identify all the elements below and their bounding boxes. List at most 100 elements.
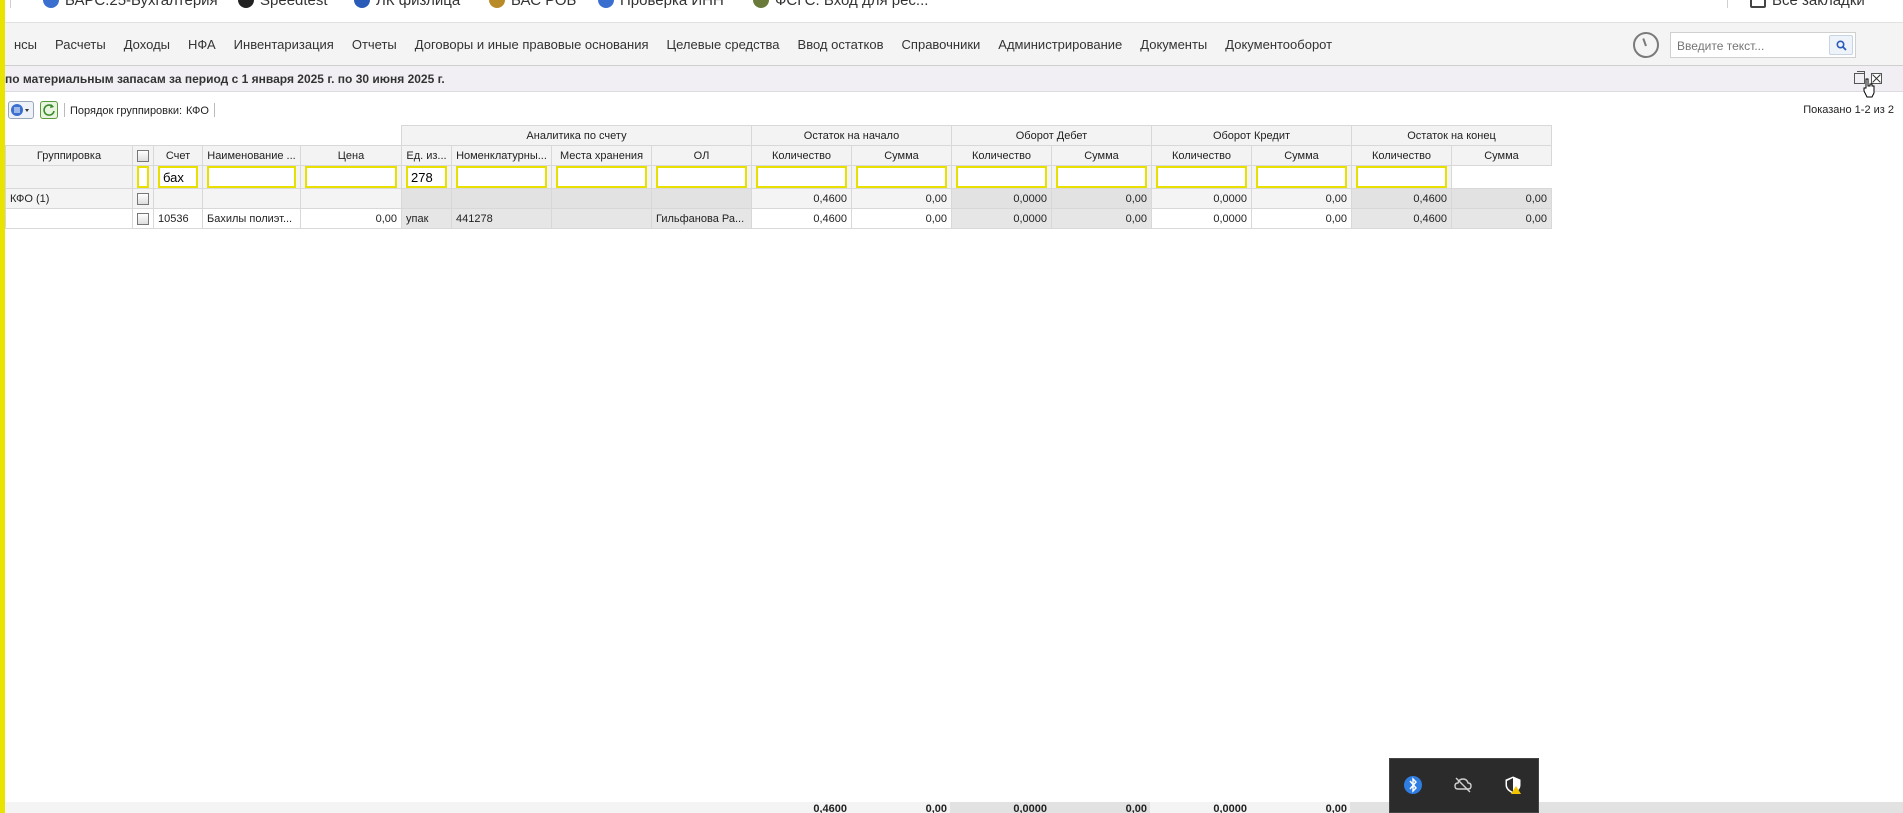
- row-debit-sum: 0,00: [1051, 208, 1152, 229]
- menu-item-4[interactable]: Инвентаризация: [225, 23, 343, 67]
- bookmark-inn-check[interactable]: Проверка ИНН: [598, 0, 724, 9]
- menu-item-7[interactable]: Целевые средства: [658, 23, 789, 67]
- search-button[interactable]: [1829, 35, 1853, 55]
- bookmark-fsgs[interactable]: ФСГС. Вход для рес...: [753, 0, 928, 9]
- menu-item-10[interactable]: Администрирование: [989, 23, 1131, 67]
- search-icon: [1836, 40, 1847, 51]
- filter-credit-sum-input[interactable]: [1156, 166, 1247, 188]
- col-open-sum[interactable]: Сумма: [851, 145, 952, 166]
- col-unit[interactable]: Ед. из...: [401, 145, 452, 166]
- search-input[interactable]: [1677, 37, 1827, 54]
- group-checkbox-cell: [132, 188, 154, 209]
- bookmark-speedtest[interactable]: Speedtest: [238, 0, 328, 9]
- cloud-offline-icon[interactable]: [1453, 775, 1473, 795]
- row-credit-sum: 0,00: [1251, 208, 1352, 229]
- total-credit-qty: 0,0000: [1213, 803, 1247, 813]
- menu-item-9[interactable]: Справочники: [893, 23, 990, 67]
- filter-account-input[interactable]: [137, 166, 149, 188]
- col-account[interactable]: Счет: [153, 145, 203, 166]
- filter-ol-input[interactable]: [556, 166, 647, 188]
- filter-nomenclature-input[interactable]: [406, 166, 447, 188]
- col-credit-qty[interactable]: Количество: [1151, 145, 1252, 166]
- col-credit-sum[interactable]: Сумма: [1251, 145, 1352, 166]
- group-open-qty: 0,4600: [751, 188, 852, 209]
- group-header-row: Аналитика по счету Остаток на начало Обо…: [5, 125, 1552, 146]
- row-debit-qty: 0,0000: [951, 208, 1052, 229]
- col-storage[interactable]: Места хранения: [551, 145, 652, 166]
- col-ol[interactable]: ОЛ: [651, 145, 752, 166]
- row-grouping-cell: [5, 208, 133, 229]
- filter-name-input[interactable]: [158, 166, 198, 188]
- menu-item-11[interactable]: Документы: [1131, 23, 1216, 67]
- clock-icon[interactable]: [1633, 32, 1659, 58]
- group-cell-storage: [551, 188, 652, 209]
- col-close-sum[interactable]: Сумма: [1451, 145, 1552, 166]
- system-tray-popup: [1389, 758, 1539, 813]
- col-debit-sum[interactable]: Сумма: [1051, 145, 1152, 166]
- filter-unit-input[interactable]: [305, 166, 397, 188]
- bookmarks-bar: БАРС.25-Бухгалтерия Speedtest ЛК физлица…: [5, 0, 1903, 22]
- header-opening-balance: Остаток на начало: [751, 125, 952, 146]
- group-row[interactable]: КФО (1) 0,4600 0,00 0,0000 0,00 0,0000 0…: [5, 188, 1552, 209]
- col-grouping[interactable]: Группировка: [5, 145, 133, 166]
- filter-credit-qty-input[interactable]: [1056, 166, 1147, 188]
- filter-cell: [1351, 165, 1452, 189]
- refresh-icon: [43, 104, 55, 116]
- row-close-qty: 0,4600: [1351, 208, 1452, 229]
- group-credit-sum: 0,00: [1251, 188, 1352, 209]
- menu-item-0[interactable]: нсы: [5, 23, 46, 67]
- bookmark-label: Проверка ИНН: [620, 0, 724, 9]
- filter-debit-sum-input[interactable]: [956, 166, 1047, 188]
- emblem-icon: [753, 0, 769, 8]
- bluetooth-icon[interactable]: [1403, 775, 1423, 795]
- all-bookmarks-button[interactable]: Все закладки: [1750, 0, 1865, 9]
- col-price[interactable]: Цена: [300, 145, 402, 166]
- group-label[interactable]: КФО (1): [5, 188, 133, 209]
- select-all-checkbox[interactable]: [137, 149, 149, 162]
- total-open-qty: 0,4600: [813, 803, 847, 813]
- row-name: Бахилы полиэт...: [202, 208, 301, 229]
- menu-item-5[interactable]: Отчеты: [343, 23, 406, 67]
- bookmark-lk-fizlica[interactable]: ЛК физлица: [354, 0, 460, 9]
- app-window: БАРС.25-Бухгалтерия Speedtest ЛК физлица…: [0, 0, 1903, 813]
- bookmark-bas-rob[interactable]: БАС РОБ: [489, 0, 576, 9]
- group-open-sum: 0,00: [851, 188, 952, 209]
- filter-cell: [153, 165, 203, 189]
- shown-count: Показано 1-2 из 2: [1803, 104, 1894, 116]
- col-open-qty[interactable]: Количество: [751, 145, 852, 166]
- col-nomenclature[interactable]: Номенклатурны...: [451, 145, 552, 166]
- refresh-button[interactable]: [40, 101, 58, 119]
- col-name[interactable]: Наименование ...: [202, 145, 301, 166]
- security-warning-icon[interactable]: [1503, 775, 1523, 795]
- filter-close-qty-input[interactable]: [1256, 166, 1347, 188]
- filter-open-qty-input[interactable]: [656, 166, 747, 188]
- filter-row: [5, 165, 1552, 189]
- filter-storage-input[interactable]: [456, 166, 547, 188]
- toolbar-separator: [214, 103, 215, 117]
- menu-item-3[interactable]: НФА: [179, 23, 225, 67]
- menu-item-8[interactable]: Ввод остатков: [789, 23, 893, 67]
- column-header-row: Группировка Счет Наименование ... Цена Е…: [5, 145, 1552, 166]
- group-checkbox[interactable]: [137, 192, 149, 205]
- grouping-value[interactable]: КФО: [186, 105, 209, 117]
- menu-item-12[interactable]: Документооборот: [1216, 23, 1341, 67]
- menu-item-1[interactable]: Расчеты: [46, 23, 115, 67]
- bookmark-label: БАРС.25-Бухгалтерия: [65, 0, 218, 9]
- row-account: 10536: [153, 208, 203, 229]
- filter-price-input[interactable]: [207, 166, 296, 188]
- table-row[interactable]: 10536 Бахилы полиэт... 0,00 упак 441278 …: [5, 208, 1552, 229]
- menu-item-6[interactable]: Договоры и иные правовые основания: [406, 23, 658, 67]
- list-dropdown-icon: [11, 104, 29, 116]
- filter-open-sum-input[interactable]: [756, 166, 847, 188]
- main-menu-bar: нсы Расчеты Доходы НФА Инвентаризация Отчеты Д…: [5, 22, 1903, 66]
- row-checkbox[interactable]: [137, 212, 149, 225]
- filter-debit-qty-input[interactable]: [856, 166, 947, 188]
- group-cell-price: [300, 188, 402, 209]
- bookmark-bars-accounting[interactable]: БАРС.25-Бухгалтерия: [43, 0, 218, 9]
- col-close-qty[interactable]: Количество: [1351, 145, 1452, 166]
- menu-item-2[interactable]: Доходы: [115, 23, 179, 67]
- row-price: 0,00: [300, 208, 402, 229]
- view-menu-button[interactable]: [8, 101, 34, 119]
- col-debit-qty[interactable]: Количество: [951, 145, 1052, 166]
- filter-close-sum-input[interactable]: [1356, 166, 1447, 188]
